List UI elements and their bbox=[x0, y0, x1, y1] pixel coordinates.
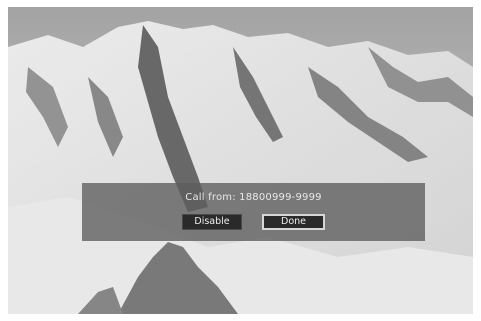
incoming-call-dialog: Call from: 18800999-9999 Disable Done bbox=[82, 183, 425, 241]
done-button[interactable]: Done bbox=[262, 214, 325, 230]
tv-screen: Call from: 18800999-9999 Disable Done bbox=[8, 7, 473, 314]
disable-button[interactable]: Disable bbox=[182, 214, 242, 230]
call-message: Call from: 18800999-9999 bbox=[185, 192, 322, 203]
mountain-background-image bbox=[8, 7, 473, 314]
